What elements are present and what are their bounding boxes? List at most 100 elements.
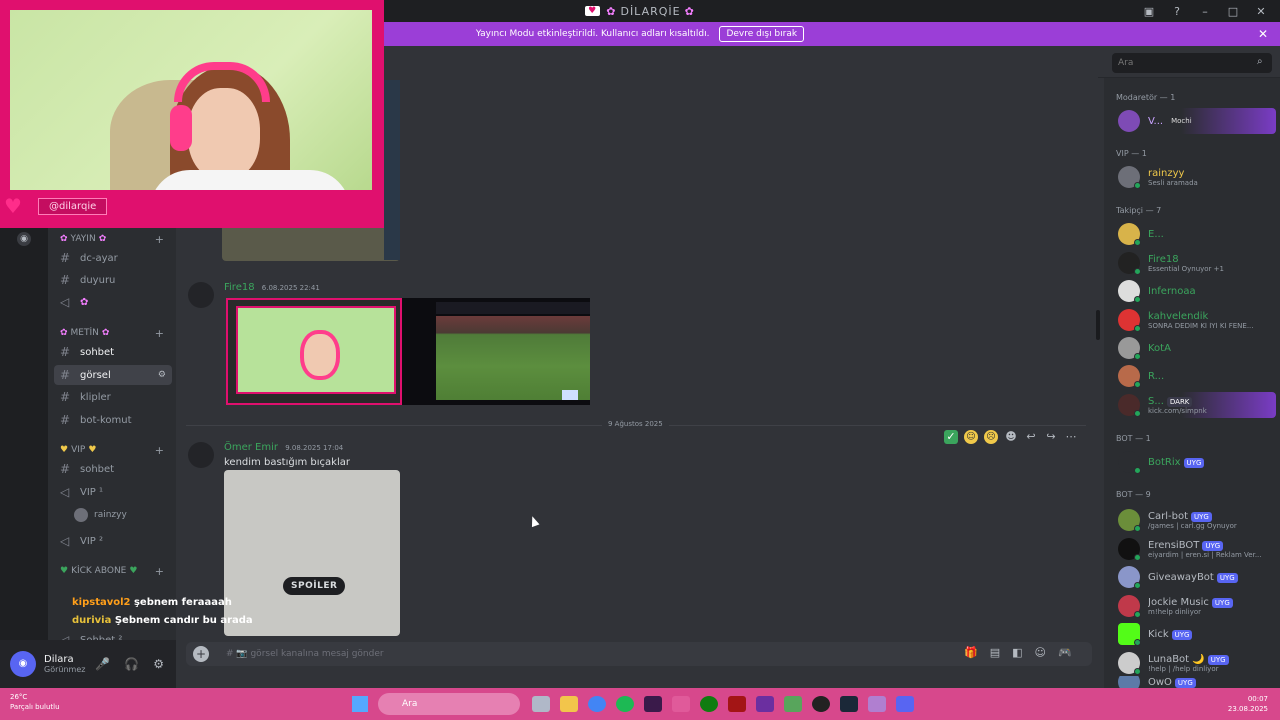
channel-voice[interactable]: ◁ ✿ bbox=[54, 292, 172, 312]
taskbar-search[interactable]: Ara bbox=[378, 693, 520, 715]
category-metin[interactable]: ✿ METİN ✿ + bbox=[48, 324, 176, 342]
sticker-icon[interactable]: ◧ bbox=[1012, 646, 1022, 659]
xbox-icon[interactable] bbox=[700, 696, 718, 712]
close-icon[interactable]: ✕ bbox=[1254, 5, 1268, 18]
add-channel-icon[interactable]: + bbox=[155, 233, 164, 246]
member-item[interactable]: E... bbox=[1118, 221, 1276, 247]
app-icon[interactable] bbox=[784, 696, 802, 712]
avatar bbox=[1118, 365, 1141, 388]
app-icon[interactable] bbox=[756, 696, 774, 712]
reply-icon[interactable]: ↩ bbox=[1024, 430, 1038, 444]
gift-icon[interactable]: 🎁 bbox=[964, 646, 978, 659]
category-yayin[interactable]: ✿ YAYIN ✿ + bbox=[48, 230, 176, 248]
hash-icon: # bbox=[60, 251, 71, 265]
user-name[interactable]: Dilara bbox=[44, 654, 85, 665]
member-item[interactable]: LunaBot 🌙 UYG !help | /help dinliyor bbox=[1118, 650, 1276, 676]
member-item[interactable]: S... DARK kick.com/simpnk bbox=[1118, 392, 1276, 418]
member-item[interactable]: R... bbox=[1118, 363, 1276, 389]
overlay-chat-line: durivia Şebnem candır bu arada bbox=[72, 612, 253, 630]
message-composer[interactable]: # 📷 görsel kanalına mesaj gönder bbox=[186, 642, 1092, 666]
channel-duyuru[interactable]: # duyuru bbox=[54, 270, 172, 290]
image-attachment-football[interactable] bbox=[402, 298, 590, 405]
system-clock[interactable]: 00:07 23.08.2025 bbox=[1228, 694, 1268, 714]
channel-klipler[interactable]: # klipler bbox=[54, 387, 172, 407]
member-item[interactable]: BotRix UYG bbox=[1118, 449, 1276, 475]
inbox-icon[interactable]: ▣ bbox=[1142, 5, 1156, 18]
file-explorer-icon[interactable] bbox=[560, 696, 578, 712]
weather-widget[interactable]: 26°C Parçalı bulutlu bbox=[10, 692, 60, 712]
member-item[interactable]: rainzyy Sesli aramada bbox=[1118, 164, 1276, 190]
spotify-icon[interactable] bbox=[616, 696, 634, 712]
channel-bot-komut[interactable]: # bot-komut bbox=[54, 410, 172, 430]
channel-dc-ayar[interactable]: # dc-ayar bbox=[54, 248, 172, 268]
member-item[interactable]: Infernoaa bbox=[1118, 278, 1276, 304]
category-vip[interactable]: ♥ VIP ♥ + bbox=[48, 441, 176, 459]
emoji-reaction-icon[interactable]: ☺ bbox=[964, 430, 978, 444]
maximize-icon[interactable]: □ bbox=[1226, 5, 1240, 18]
add-attachment-icon[interactable]: + bbox=[193, 646, 209, 662]
more-icon[interactable]: ⋯ bbox=[1064, 430, 1078, 444]
task-view-icon[interactable] bbox=[532, 696, 550, 712]
member-item[interactable]: Jockie Music UYG m!help dinliyor bbox=[1118, 593, 1276, 619]
avatar[interactable] bbox=[188, 282, 214, 308]
broadcast-bar bbox=[436, 302, 590, 314]
voice-user[interactable]: rainzyy bbox=[74, 506, 127, 524]
app-icon[interactable] bbox=[672, 696, 690, 712]
headphones-icon[interactable]: 🎧 bbox=[124, 657, 139, 671]
message-author[interactable]: Ömer Emir bbox=[224, 442, 278, 453]
add-channel-icon[interactable]: + bbox=[155, 444, 164, 457]
add-channel-icon[interactable]: + bbox=[155, 565, 164, 578]
user-avatar[interactable]: ◉ bbox=[10, 651, 36, 677]
avatar[interactable] bbox=[188, 442, 214, 468]
channel-sohbet[interactable]: # sohbet bbox=[54, 342, 172, 362]
discord-icon[interactable] bbox=[896, 696, 914, 712]
discord-home-icon[interactable]: ◉ bbox=[17, 232, 31, 246]
voice-channel-vip1[interactable]: ◁ VIP ¹ bbox=[54, 482, 172, 502]
channel-gorsel[interactable]: # görsel ⚙ bbox=[54, 365, 172, 385]
help-icon[interactable]: ? bbox=[1170, 5, 1184, 18]
close-banner-icon[interactable]: ✕ bbox=[1258, 27, 1268, 41]
member-item[interactable]: kahvelendik SONRA DEDİM Kİ İYİ Kİ FENE... bbox=[1118, 307, 1276, 333]
search-input[interactable] bbox=[1112, 53, 1272, 73]
emoji-reaction-icon[interactable]: ☹ bbox=[984, 430, 998, 444]
disable-streamer-mode-button[interactable]: Devre dışı bırak bbox=[719, 26, 805, 42]
member-item[interactable]: ErensiBOT UYG eiyardim | eren.si | Reklam … bbox=[1118, 536, 1276, 562]
member-group-label: BOT — 1 bbox=[1116, 434, 1151, 443]
member-item[interactable]: Kick UYG bbox=[1118, 621, 1276, 647]
member-item[interactable]: Carl-bot UYG/games | carl.gg Oynuyor bbox=[1118, 507, 1276, 533]
gif-icon[interactable]: ▤ bbox=[990, 646, 1000, 659]
forward-icon[interactable]: ↪ bbox=[1044, 430, 1058, 444]
steam-icon[interactable] bbox=[840, 696, 858, 712]
apps-icon[interactable]: 🎮 bbox=[1058, 646, 1072, 659]
settings-gear-icon[interactable]: ⚙ bbox=[153, 657, 164, 671]
chrome-icon[interactable] bbox=[588, 696, 606, 712]
microphone-icon[interactable]: 🎤 bbox=[95, 657, 110, 671]
app-icon[interactable] bbox=[644, 696, 662, 712]
previous-image-attachment[interactable] bbox=[222, 228, 400, 261]
overlay-chat-user: durivia bbox=[72, 615, 112, 626]
app-icon[interactable] bbox=[868, 696, 886, 712]
member-item[interactable]: OwO UYG bbox=[1118, 676, 1276, 688]
spoiler-label[interactable]: SPOİLER bbox=[283, 577, 346, 595]
add-reaction-icon[interactable]: ☻ bbox=[1004, 430, 1018, 444]
message-author[interactable]: Fire18 bbox=[224, 282, 255, 293]
channel-vip-sohbet[interactable]: # sohbet bbox=[54, 459, 172, 479]
member-item[interactable]: GiveawayBot UYG bbox=[1118, 564, 1276, 590]
chat-scrollbar[interactable] bbox=[1096, 310, 1100, 340]
member-item[interactable]: KotA bbox=[1118, 335, 1276, 361]
add-channel-icon[interactable]: + bbox=[155, 327, 164, 340]
voice-channel-vip2[interactable]: ◁ VIP ² bbox=[54, 531, 172, 551]
app-icon[interactable] bbox=[728, 696, 746, 712]
check-reaction-icon[interactable]: ✓ bbox=[944, 430, 958, 444]
minimize-icon[interactable]: – bbox=[1198, 5, 1212, 18]
obs-icon[interactable] bbox=[812, 696, 830, 712]
start-menu-icon[interactable] bbox=[352, 696, 368, 712]
image-attachment-webcam[interactable] bbox=[226, 298, 402, 405]
category-kick-abone[interactable]: ♥ KİCK ABONE ♥ + bbox=[48, 562, 176, 580]
emoji-icon[interactable]: ☺ bbox=[1035, 646, 1046, 659]
channel-settings-icon[interactable]: ⚙ bbox=[158, 370, 166, 380]
member-item[interactable]: V... Mochi bbox=[1118, 108, 1276, 134]
avatar bbox=[1118, 538, 1141, 561]
os-taskbar: 26°C Parçalı bulutlu Ara 00:07 23.08.202… bbox=[0, 688, 1280, 720]
member-item[interactable]: Fire18 Essential Oynuyor +1 bbox=[1118, 250, 1276, 276]
